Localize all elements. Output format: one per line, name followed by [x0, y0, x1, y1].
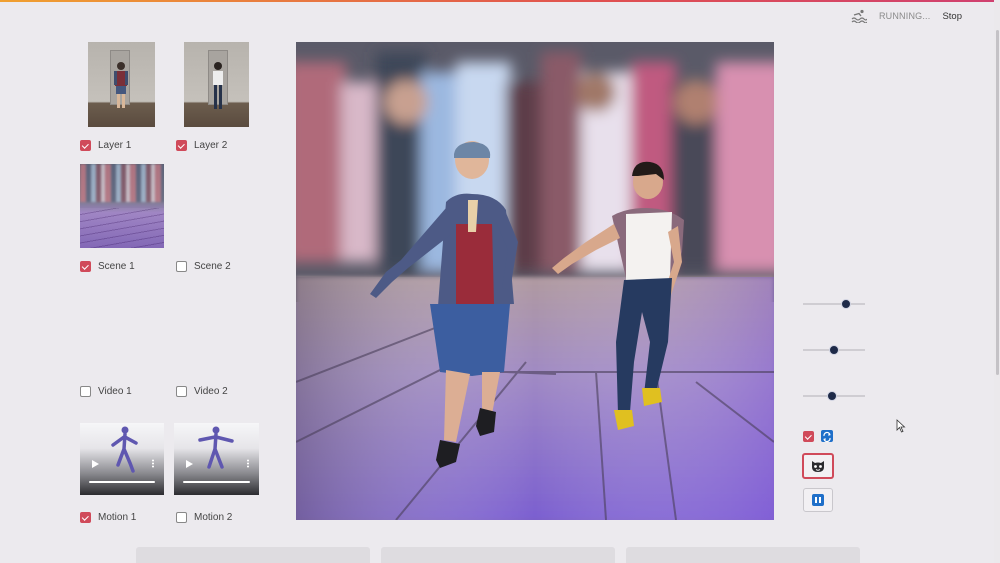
motion-2-checkbox-row[interactable]: Motion 2	[176, 512, 232, 523]
layer-2-label: Layer 2	[194, 140, 228, 151]
video-2-checkbox[interactable]	[176, 386, 187, 397]
status-bar: RUNNING... Stop	[851, 9, 962, 23]
person-figure	[114, 62, 128, 108]
bottom-panel-1[interactable]	[136, 547, 370, 563]
video-1-label: Video 1	[98, 386, 132, 397]
motion-2-video[interactable]	[174, 423, 259, 495]
floor-planks	[80, 208, 164, 248]
composite-scene-image	[296, 42, 774, 520]
scene-1-label: Scene 1	[98, 261, 135, 272]
video-2-checkbox-row[interactable]: Video 2	[176, 386, 228, 397]
layer-1-checkbox[interactable]	[80, 140, 91, 151]
video-1-checkbox-row[interactable]: Video 1	[80, 386, 132, 397]
top-progress-line	[0, 0, 1000, 2]
motion-1-checkbox-row[interactable]: Motion 1	[80, 512, 136, 523]
slider-3-knob[interactable]	[827, 391, 837, 401]
motion-1-checkbox[interactable]	[80, 512, 91, 523]
scene-1-checkbox[interactable]	[80, 261, 91, 272]
motion-2-checkbox[interactable]	[176, 512, 187, 523]
refresh-icon[interactable]	[821, 430, 833, 443]
pause-icon	[812, 494, 824, 506]
scene-2-checkbox[interactable]	[176, 261, 187, 272]
slider-1[interactable]	[803, 298, 865, 310]
composite-preview	[296, 42, 774, 520]
stop-button[interactable]: Stop	[942, 11, 962, 22]
motion-2-label: Motion 2	[194, 512, 233, 523]
play-icon[interactable]	[92, 460, 99, 468]
video-1-checkbox[interactable]	[80, 386, 91, 397]
more-options-icon[interactable]	[247, 459, 249, 468]
running-status: RUNNING...	[878, 11, 931, 21]
swimmer-icon	[851, 9, 867, 23]
video-2-label: Video 2	[194, 386, 228, 397]
motion-figure	[111, 426, 138, 473]
scene-2-checkbox-row[interactable]: Scene 2	[176, 261, 231, 272]
scene-1-thumbnail[interactable]	[80, 164, 164, 248]
pause-button[interactable]	[803, 488, 833, 512]
more-options-icon[interactable]	[152, 459, 154, 468]
layer-2-checkbox-row[interactable]: Layer 2	[176, 140, 227, 151]
person-figure	[213, 62, 223, 109]
slider-3[interactable]	[803, 390, 865, 402]
scene-2-label: Scene 2	[194, 261, 231, 272]
layer-1-label: Layer 1	[98, 140, 132, 151]
motion-figure	[198, 426, 234, 469]
layer-1-thumbnail[interactable]	[88, 42, 155, 127]
scene-1-checkbox-row[interactable]: Scene 1	[80, 261, 135, 272]
video-progress-bar[interactable]	[183, 481, 250, 483]
mask-icon	[812, 461, 824, 472]
bottom-panel-2[interactable]	[381, 547, 615, 563]
layer-2-thumbnail[interactable]	[184, 42, 249, 127]
play-icon[interactable]	[186, 460, 193, 468]
motion-1-video[interactable]	[80, 423, 164, 495]
slider-1-track[interactable]	[803, 303, 865, 305]
slider-2[interactable]	[803, 344, 865, 356]
slider-1-knob[interactable]	[841, 299, 851, 309]
scrollbar-thumb[interactable]	[996, 30, 999, 375]
page-scrollbar[interactable]	[994, 0, 1000, 563]
mask-button[interactable]	[802, 453, 834, 479]
motion-1-label: Motion 1	[98, 512, 137, 523]
bottom-panel-3[interactable]	[626, 547, 860, 563]
layer-2-checkbox[interactable]	[176, 140, 187, 151]
loop-checkbox[interactable]	[803, 431, 814, 442]
mouse-cursor-icon	[896, 419, 906, 433]
video-progress-bar[interactable]	[89, 481, 155, 483]
layer-1-checkbox-row[interactable]: Layer 1	[80, 140, 131, 151]
slider-2-knob[interactable]	[829, 345, 839, 355]
crowd-background	[80, 164, 164, 202]
